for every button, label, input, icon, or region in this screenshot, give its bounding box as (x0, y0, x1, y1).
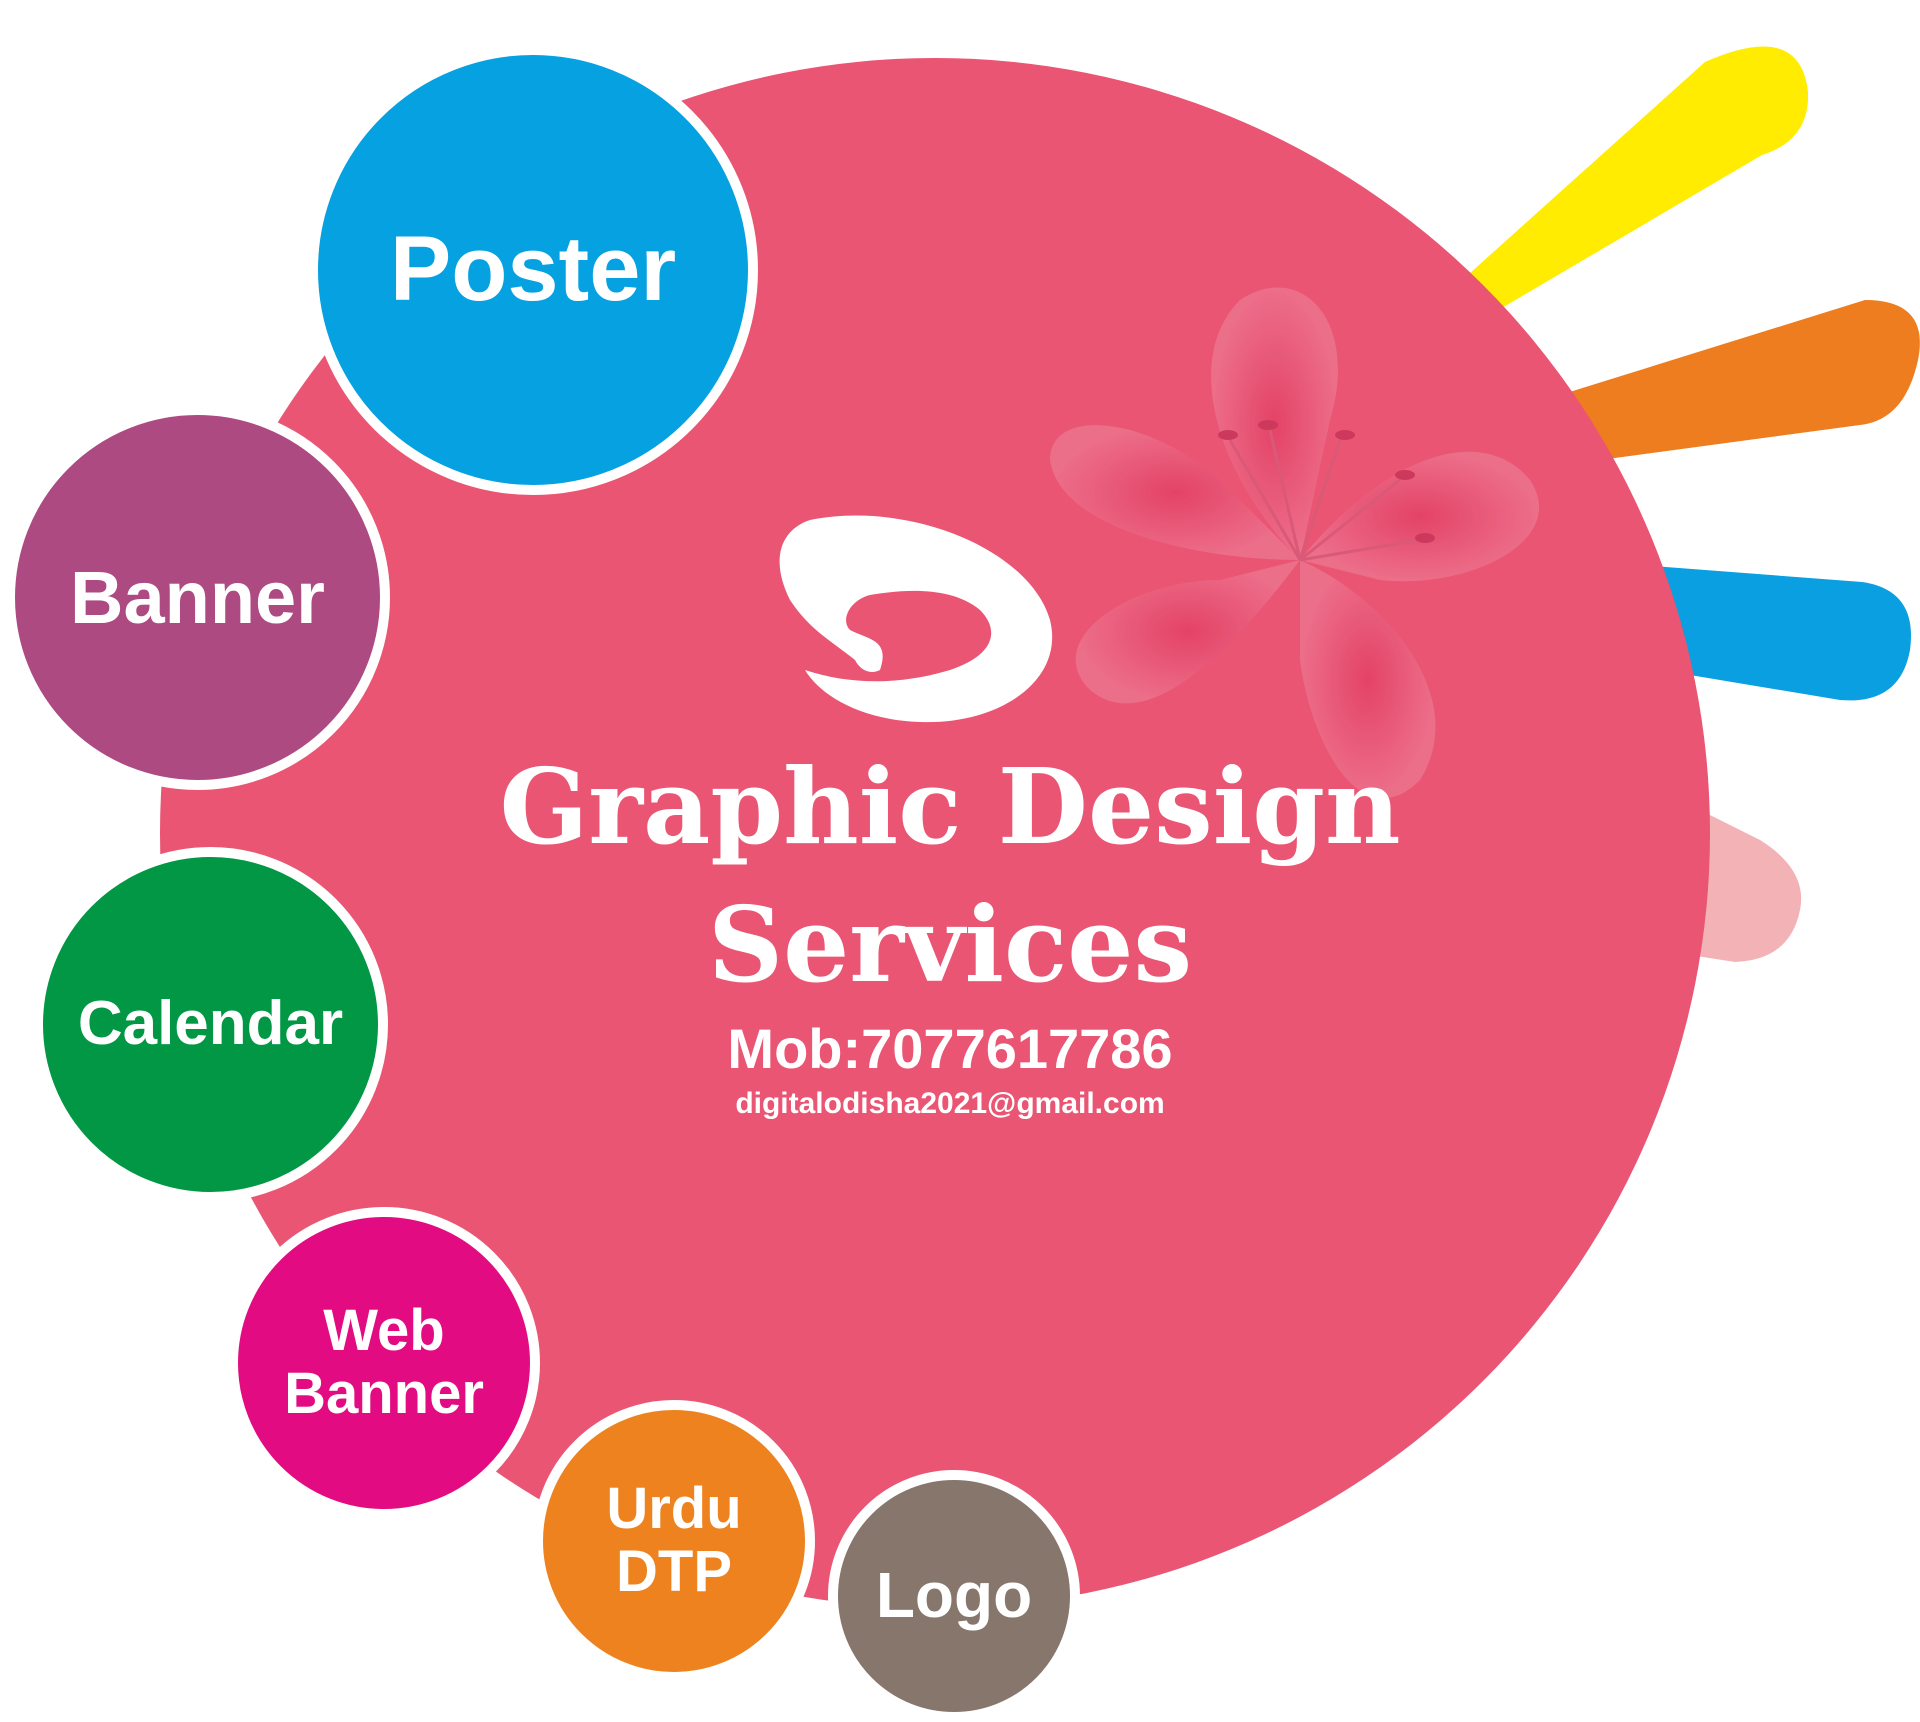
stage: Graphic Design Services Mob:7077617786 d… (0, 0, 1920, 1722)
logo-d-icon (779, 515, 1053, 723)
service-web-banner-line-1: Web (323, 1298, 445, 1364)
service-calendar: Calendar (33, 847, 388, 1202)
service-logo-label: Logo (875, 1559, 1033, 1632)
service-web-banner-line-2: Banner (284, 1361, 484, 1426)
service-web-banner: Web Banner (228, 1207, 540, 1519)
service-poster: Poster (308, 45, 758, 495)
service-urdu-dtp-line-2: DTP (616, 1539, 732, 1604)
headline-line-2: Services (707, 883, 1193, 1006)
ray-orange (1560, 300, 1920, 460)
headline-line-1: Graphic Design (499, 745, 1401, 868)
service-poster-label: Poster (389, 218, 677, 321)
service-banner: Banner (5, 405, 390, 790)
service-banner-label: Banner (70, 555, 325, 639)
service-logo: Logo (828, 1470, 1080, 1722)
service-urdu-dtp-line-1: Urdu (606, 1476, 742, 1542)
service-urdu-dtp: Urdu DTP (533, 1400, 815, 1682)
email-address: digitalodisha2021@gmail.com (735, 1087, 1165, 1120)
mobile-number: Mob:7077617786 (727, 1017, 1173, 1080)
service-calendar-label: Calendar (77, 989, 344, 1059)
